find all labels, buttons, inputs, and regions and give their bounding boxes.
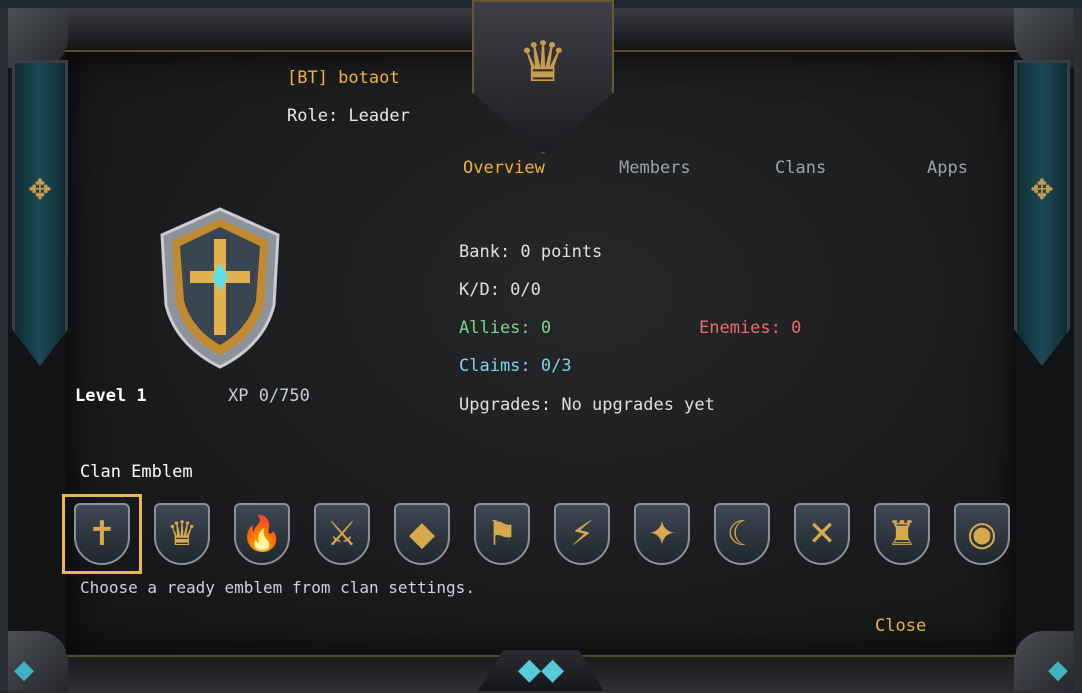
emblem-option[interactable]: ♜ — [862, 494, 942, 574]
stat-allies: Allies: 0 — [459, 318, 552, 338]
stat-bank: Bank: 0 points — [459, 242, 603, 262]
corner-ornament — [8, 8, 68, 68]
emblem-option[interactable]: ✦ — [622, 494, 702, 574]
eye-icon: ◉ — [954, 503, 1010, 565]
fleur-icon: ✥ — [1030, 173, 1054, 206]
crescent-moon-icon: ☾ — [714, 503, 770, 565]
helmet-icon: ♜ — [874, 503, 930, 565]
banner-icon: ⚑ — [474, 503, 530, 565]
clan-xp: XP 0/750 — [228, 386, 310, 406]
emblem-picker: ✝ ♛ 🔥 ⚔ ◆ ⚑ ⚡ ✦ ☾ ✕ ♜ ◉ — [62, 494, 1022, 574]
side-banner-left: ✥ — [12, 60, 68, 366]
emblem-option[interactable]: ⚔ — [302, 494, 382, 574]
gem-icon: ◆ — [14, 655, 34, 685]
clan-shield-icon — [160, 207, 280, 369]
player-name: [BT] botaot — [287, 68, 400, 88]
corner-ornament — [1014, 8, 1074, 68]
crossed-swords-icon: ⚔ — [314, 503, 370, 565]
stat-claims: Claims: 0/3 — [459, 356, 572, 376]
fleur-icon: ✥ — [28, 173, 52, 206]
gem-icon: ◆ — [1048, 655, 1068, 685]
stat-upgrades: Upgrades: No upgrades yet — [459, 395, 715, 415]
tab-apps[interactable]: Apps — [927, 158, 968, 178]
side-banner-right: ✥ — [1014, 60, 1070, 366]
tab-members[interactable]: Members — [619, 158, 691, 178]
crossed-blades-icon: ✕ — [794, 503, 850, 565]
emblem-option[interactable]: ⚡ — [542, 494, 622, 574]
emblem-option[interactable]: ✝ — [62, 494, 142, 574]
crown-icon: ♛ — [517, 30, 569, 95]
emblem-option[interactable]: ◆ — [382, 494, 462, 574]
clan-level: Level 1 — [75, 386, 147, 406]
stat-enemies: Enemies: 0 — [699, 318, 802, 338]
emblem-option[interactable]: ✕ — [782, 494, 862, 574]
emblem-hint: Choose a ready emblem from clan settings… — [80, 578, 475, 597]
stat-kd: K/D: 0/0 — [459, 280, 541, 300]
shield-cross-icon: ✝ — [74, 503, 130, 565]
crown-icon: ♛ — [154, 503, 210, 565]
emblem-option[interactable]: ☾ — [702, 494, 782, 574]
emblem-option[interactable]: ⚑ — [462, 494, 542, 574]
tab-clans[interactable]: Clans — [775, 158, 826, 178]
lightning-icon: ⚡ — [554, 503, 610, 565]
compass-star-icon: ✦ — [634, 503, 690, 565]
player-role: Role: Leader — [287, 106, 410, 126]
close-button[interactable]: Close — [875, 616, 926, 636]
emblem-option[interactable]: 🔥 — [222, 494, 302, 574]
crystal-icon: ◆ — [394, 503, 450, 565]
emblem-option[interactable]: ◉ — [942, 494, 1022, 574]
emblem-option[interactable]: ♛ — [142, 494, 222, 574]
flame-icon: 🔥 — [234, 503, 290, 565]
tab-overview[interactable]: Overview — [463, 158, 545, 178]
emblem-section-title: Clan Emblem — [80, 462, 193, 482]
